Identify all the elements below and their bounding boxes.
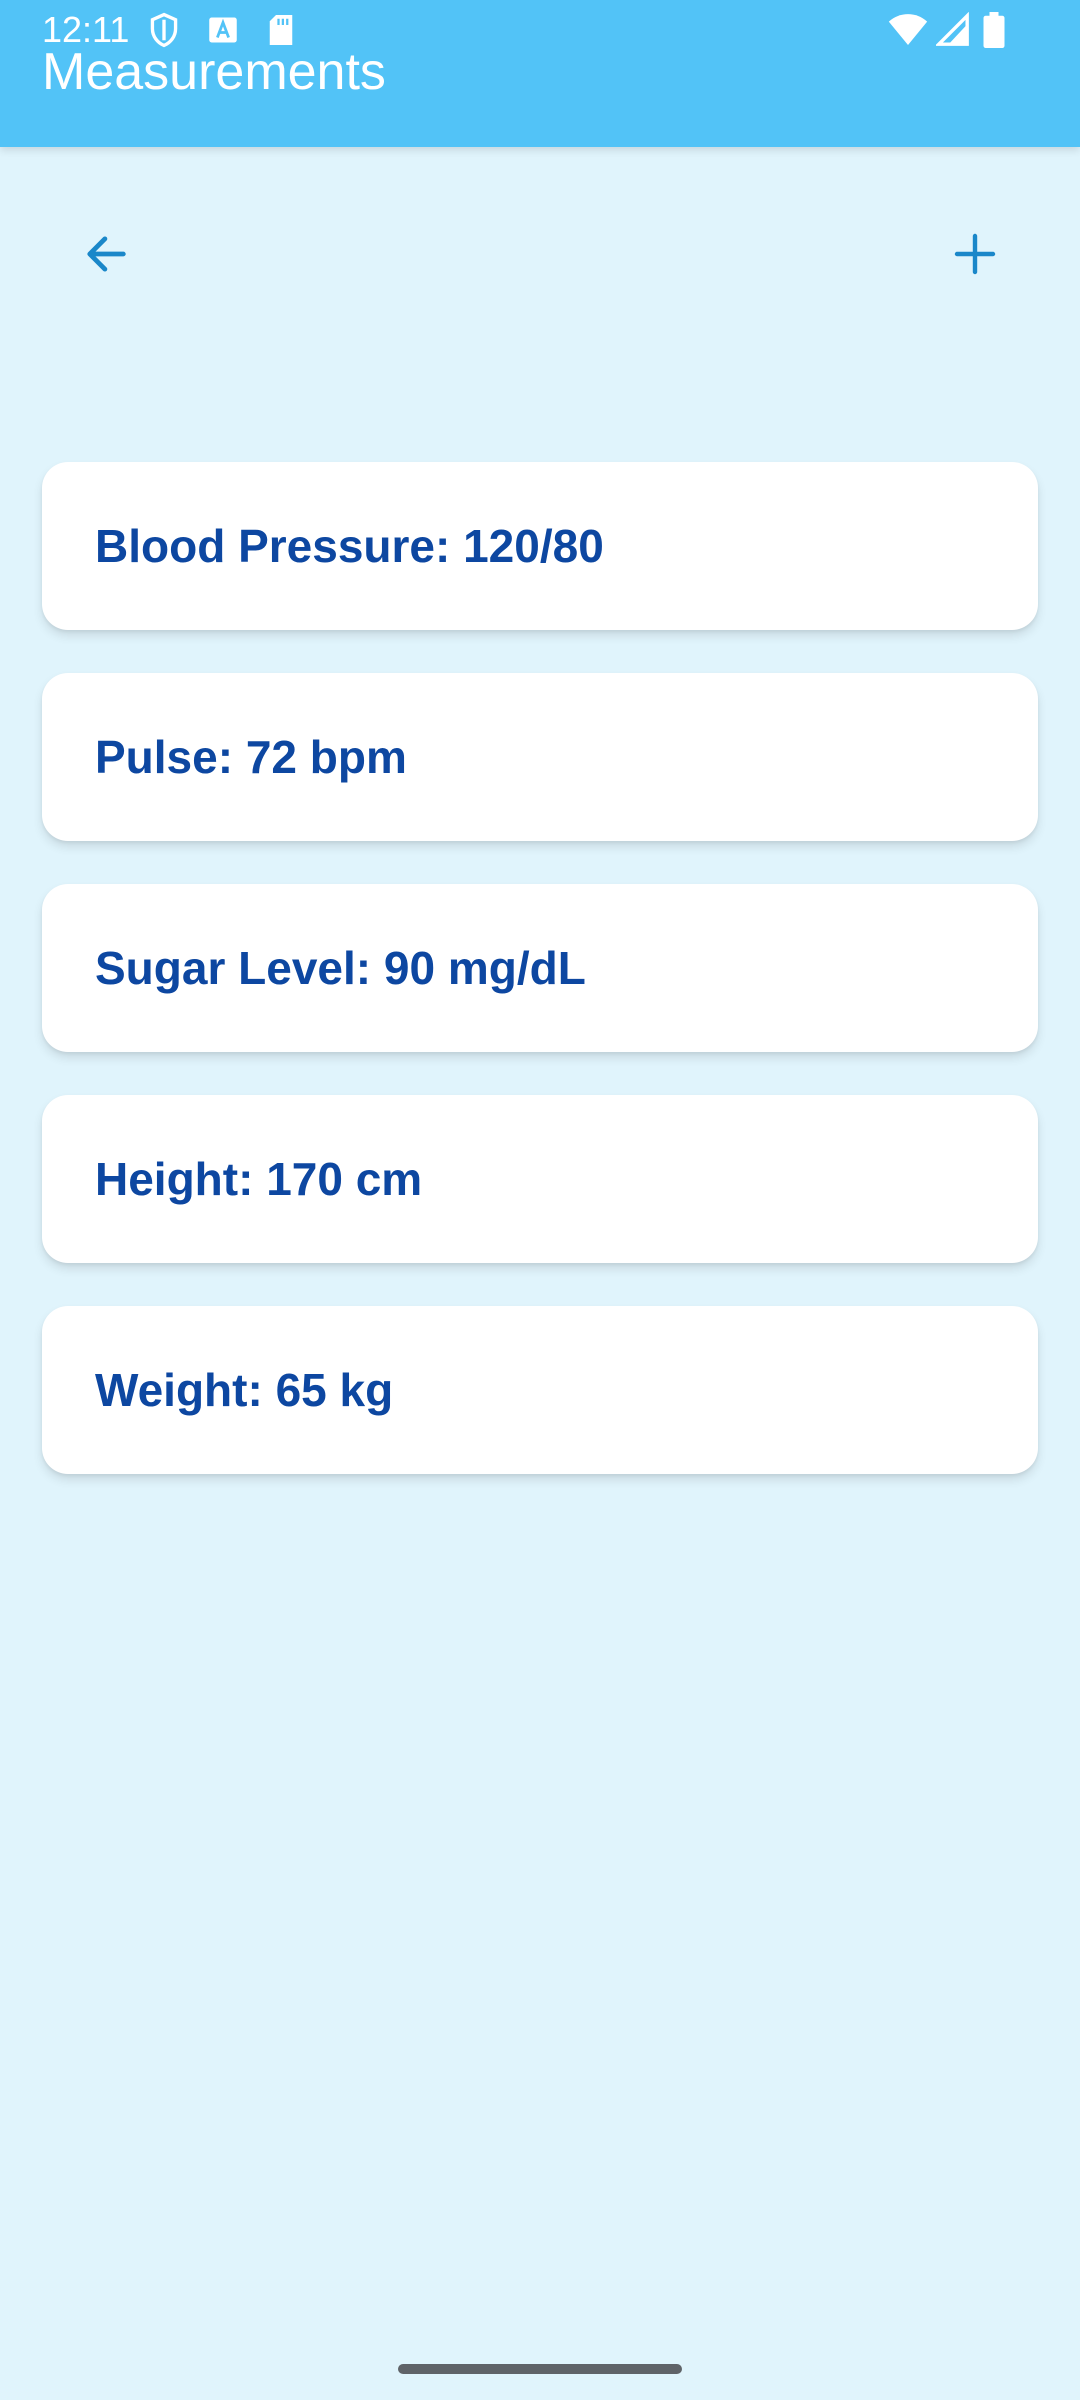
cell-signal-icon [936,12,969,46]
measurement-label: Weight: 65 kg [95,1364,394,1416]
home-indicator[interactable] [398,2364,682,2374]
measurement-label: Height: 170 cm [95,1153,423,1205]
measurement-card-blood-pressure[interactable]: Blood Pressure: 120/80 [42,462,1038,630]
wifi-icon [888,14,928,45]
app-title: Measurements [42,43,386,101]
measurement-card-height[interactable]: Height: 170 cm [42,1095,1038,1263]
plus-icon [954,233,996,275]
add-measurement-button[interactable] [935,214,1015,294]
measurement-card-sugar-level[interactable]: Sugar Level: 90 mg/dL [42,884,1038,1052]
arrow-left-icon [87,236,126,272]
measurement-card-weight[interactable]: Weight: 65 kg [42,1306,1038,1474]
battery-icon [983,12,1005,48]
measurement-card-pulse[interactable]: Pulse: 72 bpm [42,673,1038,841]
measurement-label: Sugar Level: 90 mg/dL [95,942,586,994]
back-button[interactable] [66,214,146,294]
app-bar: 12:11 Measurements [0,0,1080,147]
measurement-label: Pulse: 72 bpm [95,731,407,783]
measurement-label: Blood Pressure: 120/80 [95,520,604,572]
